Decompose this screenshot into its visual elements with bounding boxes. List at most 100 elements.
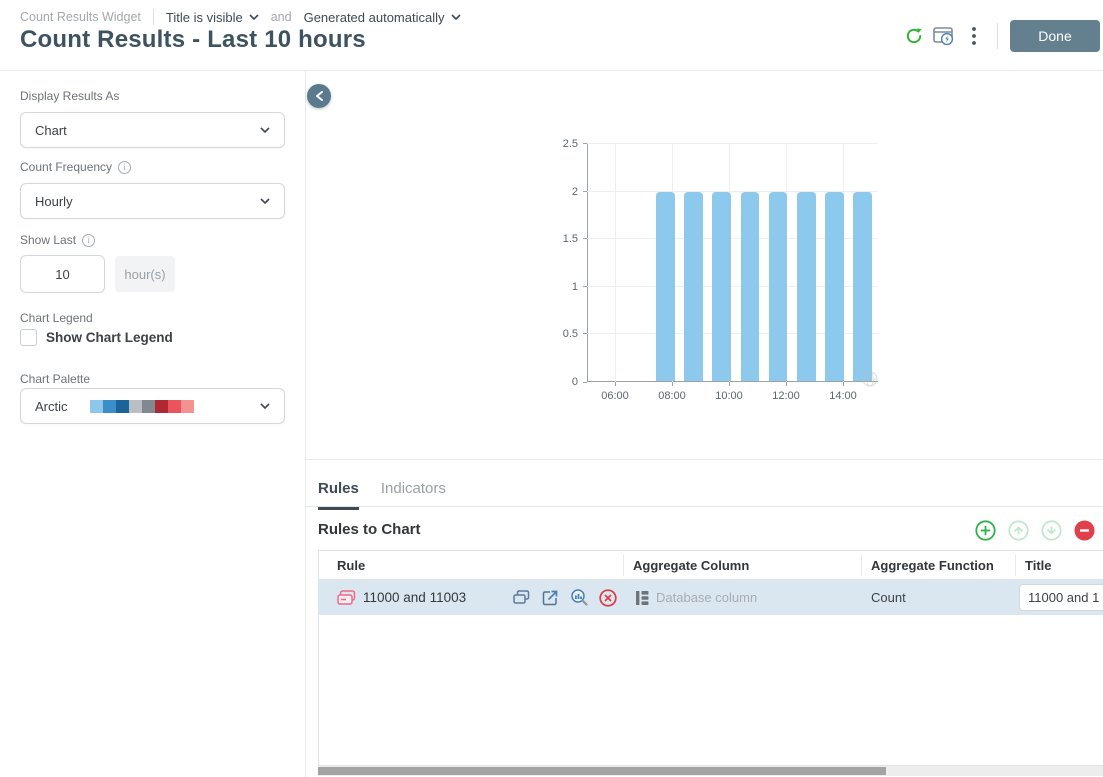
chevron-down-icon [260, 403, 270, 409]
open-rule-button[interactable] [540, 588, 560, 608]
move-rule-up-button-disabled[interactable] [1007, 519, 1029, 541]
palette-swatch [103, 400, 116, 413]
show-last-input[interactable] [20, 255, 105, 293]
checkbox-unchecked[interactable] [20, 329, 37, 346]
column-separator [623, 555, 624, 576]
minus-circle-icon [1074, 520, 1095, 541]
chart-palette-select[interactable]: Arctic [20, 388, 285, 424]
v-gridline [615, 144, 616, 382]
count-frequency-select[interactable]: Hourly [20, 183, 285, 219]
y-axis-label: 2 [572, 186, 578, 198]
title-visibility-label: Title is visible [166, 10, 243, 25]
widget-script-icon [932, 25, 956, 47]
rules-table: Rule Aggregate Column Aggregate Function… [318, 550, 1103, 766]
column-header-aggregate-function: Aggregate Function [871, 551, 994, 580]
bar[interactable] [684, 192, 703, 381]
y-axis-tick [583, 333, 587, 334]
column-separator [861, 555, 862, 576]
bar[interactable] [741, 192, 760, 381]
count-frequency-label: Count Frequency i [20, 160, 131, 174]
y-axis-label: 2.5 [563, 138, 578, 150]
external-link-icon [542, 590, 558, 606]
show-chart-legend-label: Show Chart Legend [46, 330, 173, 345]
scrollbar-thumb[interactable] [318, 767, 886, 775]
bar[interactable] [712, 192, 731, 381]
display-results-select[interactable]: Chart [20, 112, 285, 148]
chart-palette-value: Arctic [35, 399, 68, 414]
rule-row-selected[interactable]: 11000 and 11003 [319, 580, 1103, 615]
more-options-button[interactable] [959, 21, 989, 51]
duplicate-icon [513, 590, 530, 605]
done-button[interactable]: Done [1010, 20, 1100, 52]
duplicate-rule-button[interactable] [511, 588, 531, 608]
title-visibility-dropdown[interactable]: Title is visible [166, 10, 259, 25]
plus-circle-icon [975, 520, 996, 541]
y-axis-tick [583, 286, 587, 287]
palette-swatch [142, 400, 155, 413]
search-chart-icon [570, 589, 588, 606]
y-axis-label: 0.5 [563, 328, 578, 340]
y-axis-tick [583, 382, 587, 383]
database-column-icon [635, 590, 649, 606]
column-header-aggregate-column: Aggregate Column [633, 551, 749, 580]
header-actions: Done [899, 18, 1103, 54]
chevron-down-icon [260, 198, 270, 204]
x-circle-icon [599, 589, 617, 607]
bar[interactable] [825, 192, 844, 381]
x-axis-tick [729, 382, 730, 386]
move-rule-down-button-disabled[interactable] [1040, 519, 1062, 541]
arrow-down-circle-icon [1041, 520, 1062, 541]
rule-title-input[interactable] [1019, 584, 1103, 611]
bar[interactable] [797, 192, 816, 381]
bar[interactable] [853, 192, 872, 381]
widget-script-button[interactable] [929, 21, 959, 51]
x-axis-label: 06:00 [601, 390, 629, 402]
bar[interactable] [656, 192, 675, 381]
x-axis-tick [786, 382, 787, 386]
chart-palette-label: Chart Palette [20, 372, 90, 386]
palette-swatch [181, 400, 194, 413]
info-icon[interactable]: i [82, 234, 95, 247]
preview-rule-results-button[interactable] [569, 588, 589, 608]
x-axis-label: 12:00 [772, 390, 800, 402]
x-axis-line [587, 381, 878, 382]
bar[interactable] [769, 192, 788, 381]
x-axis-tick [843, 382, 844, 386]
x-axis-label: 08:00 [658, 390, 686, 402]
rule-card-icon [337, 590, 356, 605]
globe-watermark-icon [862, 371, 878, 387]
refresh-button[interactable] [899, 21, 929, 51]
h-gridline [587, 143, 878, 144]
settings-sidebar: Display Results As Chart Count Frequency… [0, 70, 305, 777]
rules-section-title: Rules to Chart [318, 521, 421, 538]
info-icon[interactable]: i [118, 161, 131, 174]
chart-plot-area: 00.511.522.506:0008:0010:0012:0014:00 [587, 144, 878, 382]
column-header-title: Title [1025, 551, 1052, 580]
remove-rule-button[interactable] [1073, 519, 1095, 541]
count-frequency-value: Hourly [35, 194, 73, 209]
x-axis-label: 14:00 [829, 390, 857, 402]
breadcrumb-separator [153, 9, 154, 25]
panel-divider [306, 459, 1103, 460]
delete-rule-button[interactable] [598, 588, 618, 608]
widget-editor: Count Results Widget Title is visible an… [0, 0, 1103, 777]
rule-row-actions [511, 588, 618, 608]
chart-legend-label: Chart Legend [20, 311, 93, 325]
arrow-up-circle-icon [1008, 520, 1029, 541]
y-axis-label: 0 [572, 376, 578, 388]
palette-swatch [90, 400, 103, 413]
aggregate-function-value: Count [871, 590, 906, 605]
palette-swatch [155, 400, 168, 413]
title-mode-label: Generated automatically [304, 10, 445, 25]
y-axis-tick [583, 143, 587, 144]
show-chart-legend-toggle[interactable]: Show Chart Legend [20, 329, 173, 346]
y-axis-tick [583, 238, 587, 239]
x-axis-tick [615, 382, 616, 386]
display-results-value: Chart [35, 123, 67, 138]
aggregate-column-picker[interactable]: Database column [635, 590, 757, 606]
aggregate-column-placeholder: Database column [656, 590, 757, 605]
add-rule-button[interactable] [974, 519, 996, 541]
refresh-icon [904, 26, 924, 46]
horizontal-scrollbar[interactable] [318, 766, 1103, 776]
title-mode-dropdown[interactable]: Generated automatically [304, 10, 461, 25]
